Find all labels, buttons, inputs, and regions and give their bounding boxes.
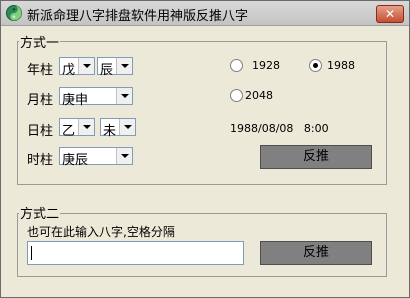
radio-2048[interactable] xyxy=(230,89,243,102)
radio-1928-label: 1928 xyxy=(252,59,280,72)
reverse-button-label: 反推 xyxy=(302,245,329,260)
method2-group-label: 方式二 xyxy=(19,203,61,222)
chevron-down-icon[interactable] xyxy=(116,148,132,164)
reverse-button-method2[interactable]: 反推 xyxy=(260,241,372,265)
chevron-down-icon[interactable] xyxy=(119,119,135,135)
month-pillar-select[interactable]: 庚申 xyxy=(59,87,133,108)
close-button[interactable]: ✕ xyxy=(376,5,404,23)
taiji-icon xyxy=(6,5,22,21)
chevron-down-icon[interactable] xyxy=(116,88,132,104)
year-pillar-label: 年柱 xyxy=(27,63,54,78)
title-bar[interactable]: 新派命理八字排盘软件用神版反推八字 ✕ xyxy=(1,1,409,26)
window-title: 新派命理八字排盘软件用神版反推八字 xyxy=(27,9,249,24)
year-branch-select[interactable]: 辰 xyxy=(97,57,133,78)
radio-1988-label: 1988 xyxy=(327,59,355,72)
method1-group-label: 方式一 xyxy=(19,32,61,51)
year-branch-value: 辰 xyxy=(100,63,114,78)
radio-1988[interactable] xyxy=(309,59,322,72)
day-branch-value: 未 xyxy=(103,124,117,139)
day-branch-select[interactable]: 未 xyxy=(100,118,136,139)
hour-pillar-value: 庚辰 xyxy=(62,153,89,168)
chevron-down-icon[interactable] xyxy=(78,58,94,74)
radio-2048-label: 2048 xyxy=(245,89,273,102)
close-icon: ✕ xyxy=(384,7,396,21)
chevron-down-icon[interactable] xyxy=(78,119,94,135)
month-pillar-value: 庚申 xyxy=(62,93,89,108)
radio-1928[interactable] xyxy=(230,59,243,72)
text-caret xyxy=(31,246,32,260)
bazi-text-input[interactable] xyxy=(27,241,244,265)
chevron-down-icon[interactable] xyxy=(116,58,132,74)
day-stem-value: 乙 xyxy=(62,124,76,139)
year-stem-select[interactable]: 戊 xyxy=(59,57,95,78)
reverse-button-label: 反推 xyxy=(302,149,329,164)
result-datetime: 1988/08/08 8:00 xyxy=(230,122,329,135)
app-window: 新派命理八字排盘软件用神版反推八字 ✕ 方式一 年柱 戊 辰 月柱 庚申 日柱 … xyxy=(0,0,410,298)
hour-pillar-label: 时柱 xyxy=(27,153,54,168)
day-pillar-label: 日柱 xyxy=(27,124,54,139)
hour-pillar-select[interactable]: 庚辰 xyxy=(59,147,133,168)
reverse-button-method1[interactable]: 反推 xyxy=(260,145,372,169)
month-pillar-label: 月柱 xyxy=(27,93,54,108)
year-stem-value: 戊 xyxy=(62,63,76,78)
method2-instruction: 也可在此输入八字,空格分隔 xyxy=(27,225,175,239)
day-stem-select[interactable]: 乙 xyxy=(59,118,95,139)
